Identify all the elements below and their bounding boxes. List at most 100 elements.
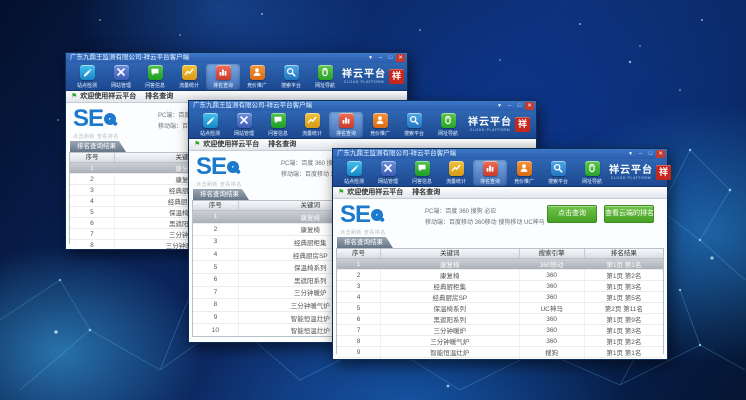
- window-title: 广东九鼎王监测有限公司-祥云平台客户端: [337, 150, 456, 157]
- toolbar-item-label: 网址导航: [438, 129, 458, 136]
- toolbar-item-site-manage[interactable]: 网站管理: [227, 112, 261, 138]
- brand-logo: 祥云平台 CLOUD PLATFORM 祥: [609, 165, 673, 180]
- toolbar-item-ranking[interactable]: 排名查询: [206, 64, 240, 90]
- cell-keyword: 康复椅: [381, 270, 520, 280]
- toolbar-item-label: 问答信息: [145, 81, 165, 88]
- welcome-section: 排名查询: [268, 141, 296, 148]
- table-row[interactable]: 1 康复椅 360移动 第1页 第1名: [337, 259, 663, 270]
- table-row[interactable]: 9 智能恒温灶炉 搜狗 第1页 第1名: [337, 347, 663, 358]
- table-row[interactable]: 10 智能恒温灶炉 360 第1页 第1名: [337, 358, 663, 359]
- tab-ranking-results[interactable]: 排名查询结果: [70, 141, 126, 152]
- tab-ranking-results[interactable]: 排名查询结果: [193, 189, 249, 200]
- menu-icon[interactable]: ▾: [626, 150, 635, 158]
- ranking-icon: [483, 161, 498, 176]
- toolbar-item-promotion[interactable]: 竞价推广: [507, 160, 541, 186]
- toolbar-item-search-platform[interactable]: 搜索平台: [274, 64, 308, 90]
- window-titlebar[interactable]: 广东九鼎王监测有限公司-祥云平台客户端 ▾ – □ ✕: [333, 149, 667, 159]
- cell-index: 7: [337, 325, 381, 335]
- brand-subtitle: CLOUD PLATFORM: [468, 128, 512, 132]
- cell-keyword: 三分钟暖气炉: [381, 336, 520, 346]
- cell-engine: 360: [520, 314, 585, 324]
- cell-engine: 360: [520, 336, 585, 346]
- toolbar-item-traffic-stats[interactable]: 流量统计: [295, 112, 329, 138]
- toolbar-item-label: 站点检测: [200, 129, 220, 136]
- toolbar-item-ranking[interactable]: 排名查询: [473, 160, 507, 186]
- cell-index: 5: [193, 261, 239, 273]
- toolbar-item-search-platform[interactable]: 搜索平台: [541, 160, 575, 186]
- cell-index: 2: [337, 270, 381, 280]
- table-row[interactable]: 2 康复椅 360 第1页 第2名: [337, 270, 663, 281]
- toolbar-item-label: 排名查询: [213, 81, 233, 88]
- table-row[interactable]: 5 保温椅系列 UC神马 第2页 第11名: [337, 303, 663, 314]
- cell-keyword: 智能恒温灶炉: [381, 358, 520, 359]
- toolbar-item-search-platform[interactable]: 搜索平台: [397, 112, 431, 138]
- toolbar-item-traffic-stats[interactable]: 流量统计: [172, 64, 206, 90]
- toolbar-item-promotion[interactable]: 竞价推广: [240, 64, 274, 90]
- menu-icon[interactable]: ▾: [495, 102, 504, 110]
- cell-engine: 360: [520, 325, 585, 335]
- toolbar-item-site-manage[interactable]: 网站管理: [371, 160, 405, 186]
- content-area: SE 点击刷新 查看排名 PC端：百度 360 搜狗 必应 移动端：百度移动 3…: [333, 199, 667, 359]
- minimize-icon[interactable]: –: [636, 150, 645, 158]
- toolbar-item-message[interactable]: 问答信息: [405, 160, 439, 186]
- site-nav-icon: [585, 161, 600, 176]
- close-icon[interactable]: ✕: [525, 102, 534, 110]
- toolbar-item-site-check[interactable]: 站点检测: [70, 64, 104, 90]
- window-titlebar[interactable]: 广东九鼎王监测有限公司-祥云平台客户端 ▾ – □ ✕: [66, 53, 407, 63]
- cell-index: 6: [70, 218, 115, 228]
- main-toolbar: 站点检测 网站管理 问答信息 流量统计 排名查询 竞价推广 搜索平台 网址导航 …: [189, 111, 536, 139]
- toolbar-item-label: 网站管理: [378, 177, 398, 184]
- toolbar-item-ranking[interactable]: 排名查询: [329, 112, 363, 138]
- table-row[interactable]: 7 三分钟暖炉 360 第1页 第3名: [337, 325, 663, 336]
- toolbar-item-promotion[interactable]: 竞价推广: [363, 112, 397, 138]
- menu-icon[interactable]: ▾: [366, 54, 375, 62]
- table-row[interactable]: 3 经典厨柜集 360 第1页 第3名: [337, 281, 663, 292]
- window-titlebar[interactable]: 广东九鼎王监测有限公司-祥云平台客户端 ▾ – □ ✕: [189, 101, 536, 111]
- cell-index: 8: [70, 240, 115, 249]
- cell-result: 第1页 第1名: [585, 259, 663, 269]
- ranking-icon: [339, 113, 354, 128]
- maximize-icon[interactable]: □: [386, 54, 395, 62]
- engine-info-pc: PC端：百度 360 搜狗 必应: [425, 207, 545, 218]
- brand-title: 祥云平台: [342, 70, 386, 80]
- toolbar-item-site-nav[interactable]: 网址导航: [308, 64, 342, 90]
- header-index: 序号: [70, 153, 115, 162]
- toolbar-item-traffic-stats[interactable]: 流量统计: [439, 160, 473, 186]
- table-row[interactable]: 4 经典厨房SP 360 第1页 第5名: [337, 292, 663, 303]
- minimize-icon[interactable]: –: [505, 102, 514, 110]
- cell-index: 7: [193, 287, 239, 299]
- table-header: 序号 关键词 搜索引擎 排名结果: [337, 249, 663, 259]
- table-row[interactable]: 6 黑遮阳系列 360 第1页 第9名: [337, 314, 663, 325]
- toolbar-item-message[interactable]: 问答信息: [138, 64, 172, 90]
- cell-result: 第1页 第5名: [585, 292, 663, 302]
- close-icon[interactable]: ✕: [656, 150, 665, 158]
- toolbar-item-label: 问答信息: [412, 177, 432, 184]
- cell-result: 第1页 第1名: [585, 358, 663, 359]
- seo-caption: 点击刷新 查看排名: [196, 181, 242, 188]
- cell-result: 第1页 第3名: [585, 325, 663, 335]
- query-button[interactable]: 点击查询: [547, 205, 597, 223]
- brand-title: 祥云平台: [468, 118, 512, 128]
- toolbar-item-site-nav[interactable]: 网址导航: [575, 160, 609, 186]
- promotion-icon: [517, 161, 532, 176]
- minimize-icon[interactable]: –: [376, 54, 385, 62]
- traffic-stats-icon: [449, 161, 464, 176]
- toolbar-item-site-check[interactable]: 站点检测: [337, 160, 371, 186]
- tab-ranking-results[interactable]: 排名查询结果: [337, 237, 393, 248]
- toolbar-item-site-check[interactable]: 站点检测: [193, 112, 227, 138]
- toolbar-item-label: 排名查询: [336, 129, 356, 136]
- close-icon[interactable]: ✕: [396, 54, 405, 62]
- toolbar-item-site-manage[interactable]: 网站管理: [104, 64, 138, 90]
- table-row[interactable]: 8 三分钟暖气炉 360 第1页 第2名: [337, 336, 663, 347]
- maximize-icon[interactable]: □: [515, 102, 524, 110]
- header-keyword: 关键词: [381, 249, 520, 258]
- toolbar-items: 站点检测 网站管理 问答信息 流量统计 排名查询 竞价推广 搜索平台 网址导航: [337, 160, 609, 186]
- maximize-icon[interactable]: □: [646, 150, 655, 158]
- cell-index: 3: [70, 185, 115, 195]
- flag-icon: ⚑: [71, 93, 77, 100]
- message-icon: [415, 161, 430, 176]
- seo-logo-text: SE: [340, 202, 370, 228]
- toolbar-item-site-nav[interactable]: 网址导航: [431, 112, 465, 138]
- view-cloud-ranking-button[interactable]: 查看云端的排名: [604, 205, 654, 223]
- toolbar-item-message[interactable]: 问答信息: [261, 112, 295, 138]
